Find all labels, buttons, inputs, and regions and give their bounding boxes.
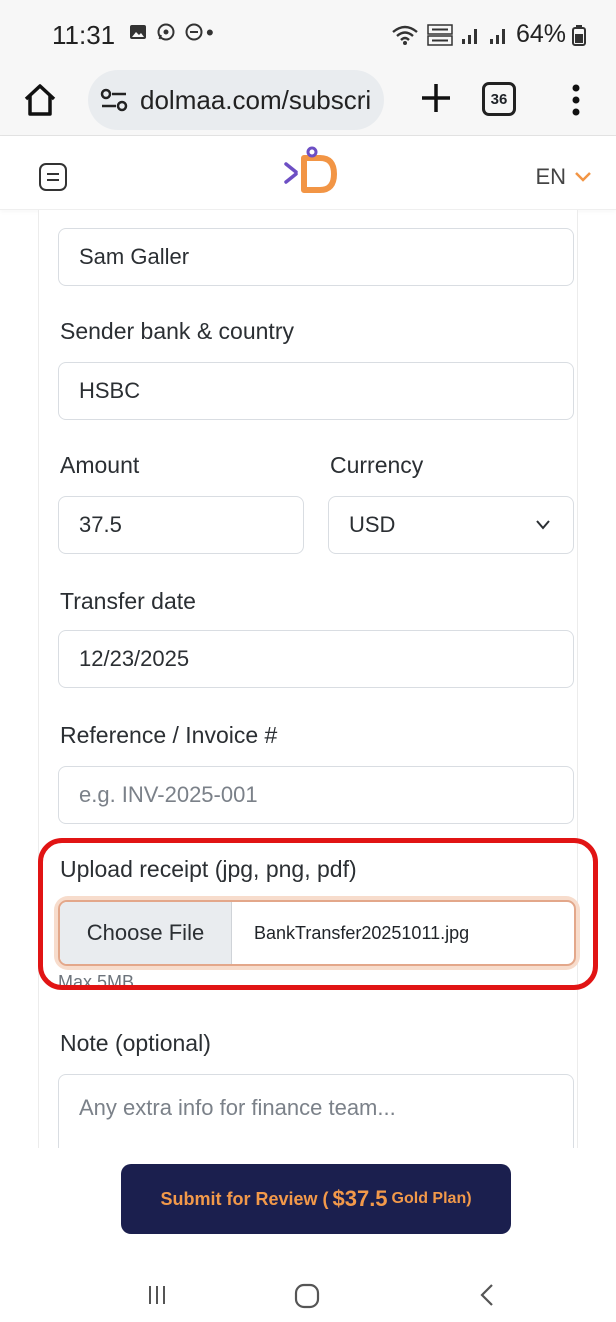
- gallery-icon: [130, 25, 146, 39]
- note-label: Note (optional): [60, 1030, 211, 1056]
- upload-receipt-label: Upload receipt (jpg, png, pdf): [60, 856, 357, 882]
- back-nav-icon[interactable]: [478, 1282, 496, 1308]
- upload-field-focus-ring: Choose File BankTransfer20251011.jpg: [58, 900, 576, 966]
- transfer-date-input[interactable]: 12/23/2025: [58, 630, 574, 688]
- language-code: EN: [535, 164, 566, 189]
- reference-input[interactable]: e.g. INV-2025-001: [58, 766, 574, 824]
- currency-value: USD: [349, 512, 396, 537]
- chevron-down-icon: [575, 172, 591, 182]
- system-nav-bar: [0, 1270, 616, 1322]
- status-time: 11:31: [52, 20, 116, 50]
- home-nav-icon[interactable]: [293, 1282, 321, 1310]
- url-text: dolmaa.com/subscri: [140, 84, 372, 115]
- language-selector[interactable]: EN: [535, 164, 592, 190]
- transfer-date-label: Transfer date: [60, 588, 196, 614]
- sender-name-value: Sam Galler: [79, 244, 190, 269]
- sender-bank-input[interactable]: HSBC: [58, 362, 574, 420]
- amount-value: 37.5: [79, 512, 122, 537]
- minus-circle-icon: [185, 23, 203, 41]
- tab-switcher-button[interactable]: 36: [482, 82, 516, 116]
- site-header: EN: [0, 136, 616, 210]
- transfer-date-value: 12/23/2025: [79, 646, 190, 671]
- note-placeholder: Any extra info for finance team...: [79, 1095, 396, 1120]
- signal-icon-2: [489, 28, 505, 44]
- submit-plan: Gold Plan): [391, 1190, 472, 1207]
- amount-label: Amount: [60, 452, 140, 478]
- browser-toolbar: dolmaa.com/subscri 36: [0, 66, 616, 136]
- currency-select[interactable]: USD: [328, 496, 574, 554]
- submit-for-review-button[interactable]: Submit for Review ($37.5 Gold Plan): [121, 1164, 511, 1234]
- sender-bank-value: HSBC: [79, 378, 141, 403]
- dolmaa-logo[interactable]: [280, 144, 340, 200]
- address-bar[interactable]: dolmaa.com/subscri: [88, 70, 384, 130]
- menu-icon[interactable]: [38, 162, 68, 192]
- more-vert-icon[interactable]: [566, 80, 586, 120]
- sender-name-input[interactable]: Sam Galler: [58, 228, 574, 286]
- new-tab-icon[interactable]: [414, 76, 458, 120]
- amount-input[interactable]: 37.5: [58, 496, 304, 554]
- recent-apps-icon[interactable]: [146, 1284, 168, 1306]
- receipt-file-input[interactable]: Choose File BankTransfer20251011.jpg: [58, 900, 576, 966]
- status-notification-icons: [128, 22, 204, 42]
- home-icon[interactable]: [20, 80, 60, 120]
- wifi-icon: [392, 25, 418, 45]
- submit-amount: $37.5: [332, 1186, 388, 1211]
- volte-icon: [427, 23, 453, 46]
- currency-label: Currency: [330, 452, 424, 478]
- battery-percent: 64%: [515, 20, 566, 48]
- signal-icon: [461, 28, 477, 44]
- selected-file-name: BankTransfer20251011.jpg: [254, 922, 470, 943]
- status-dot: •: [206, 20, 214, 45]
- whatsapp-icon: [157, 23, 175, 41]
- sender-bank-label: Sender bank & country: [60, 318, 294, 344]
- choose-file-button[interactable]: Choose File: [60, 902, 232, 964]
- status-bar: 11:31 • 64%: [0, 0, 616, 66]
- submit-label: Submit for Review (: [160, 1188, 329, 1209]
- site-settings-icon[interactable]: [100, 88, 128, 112]
- chevron-down-icon: [536, 520, 550, 530]
- status-right-icons: 64%: [390, 20, 586, 49]
- upload-size-hint: Max 5MB: [58, 972, 135, 992]
- reference-label: Reference / Invoice #: [60, 722, 278, 748]
- reference-placeholder: e.g. INV-2025-001: [79, 782, 258, 807]
- battery-icon: [572, 24, 586, 46]
